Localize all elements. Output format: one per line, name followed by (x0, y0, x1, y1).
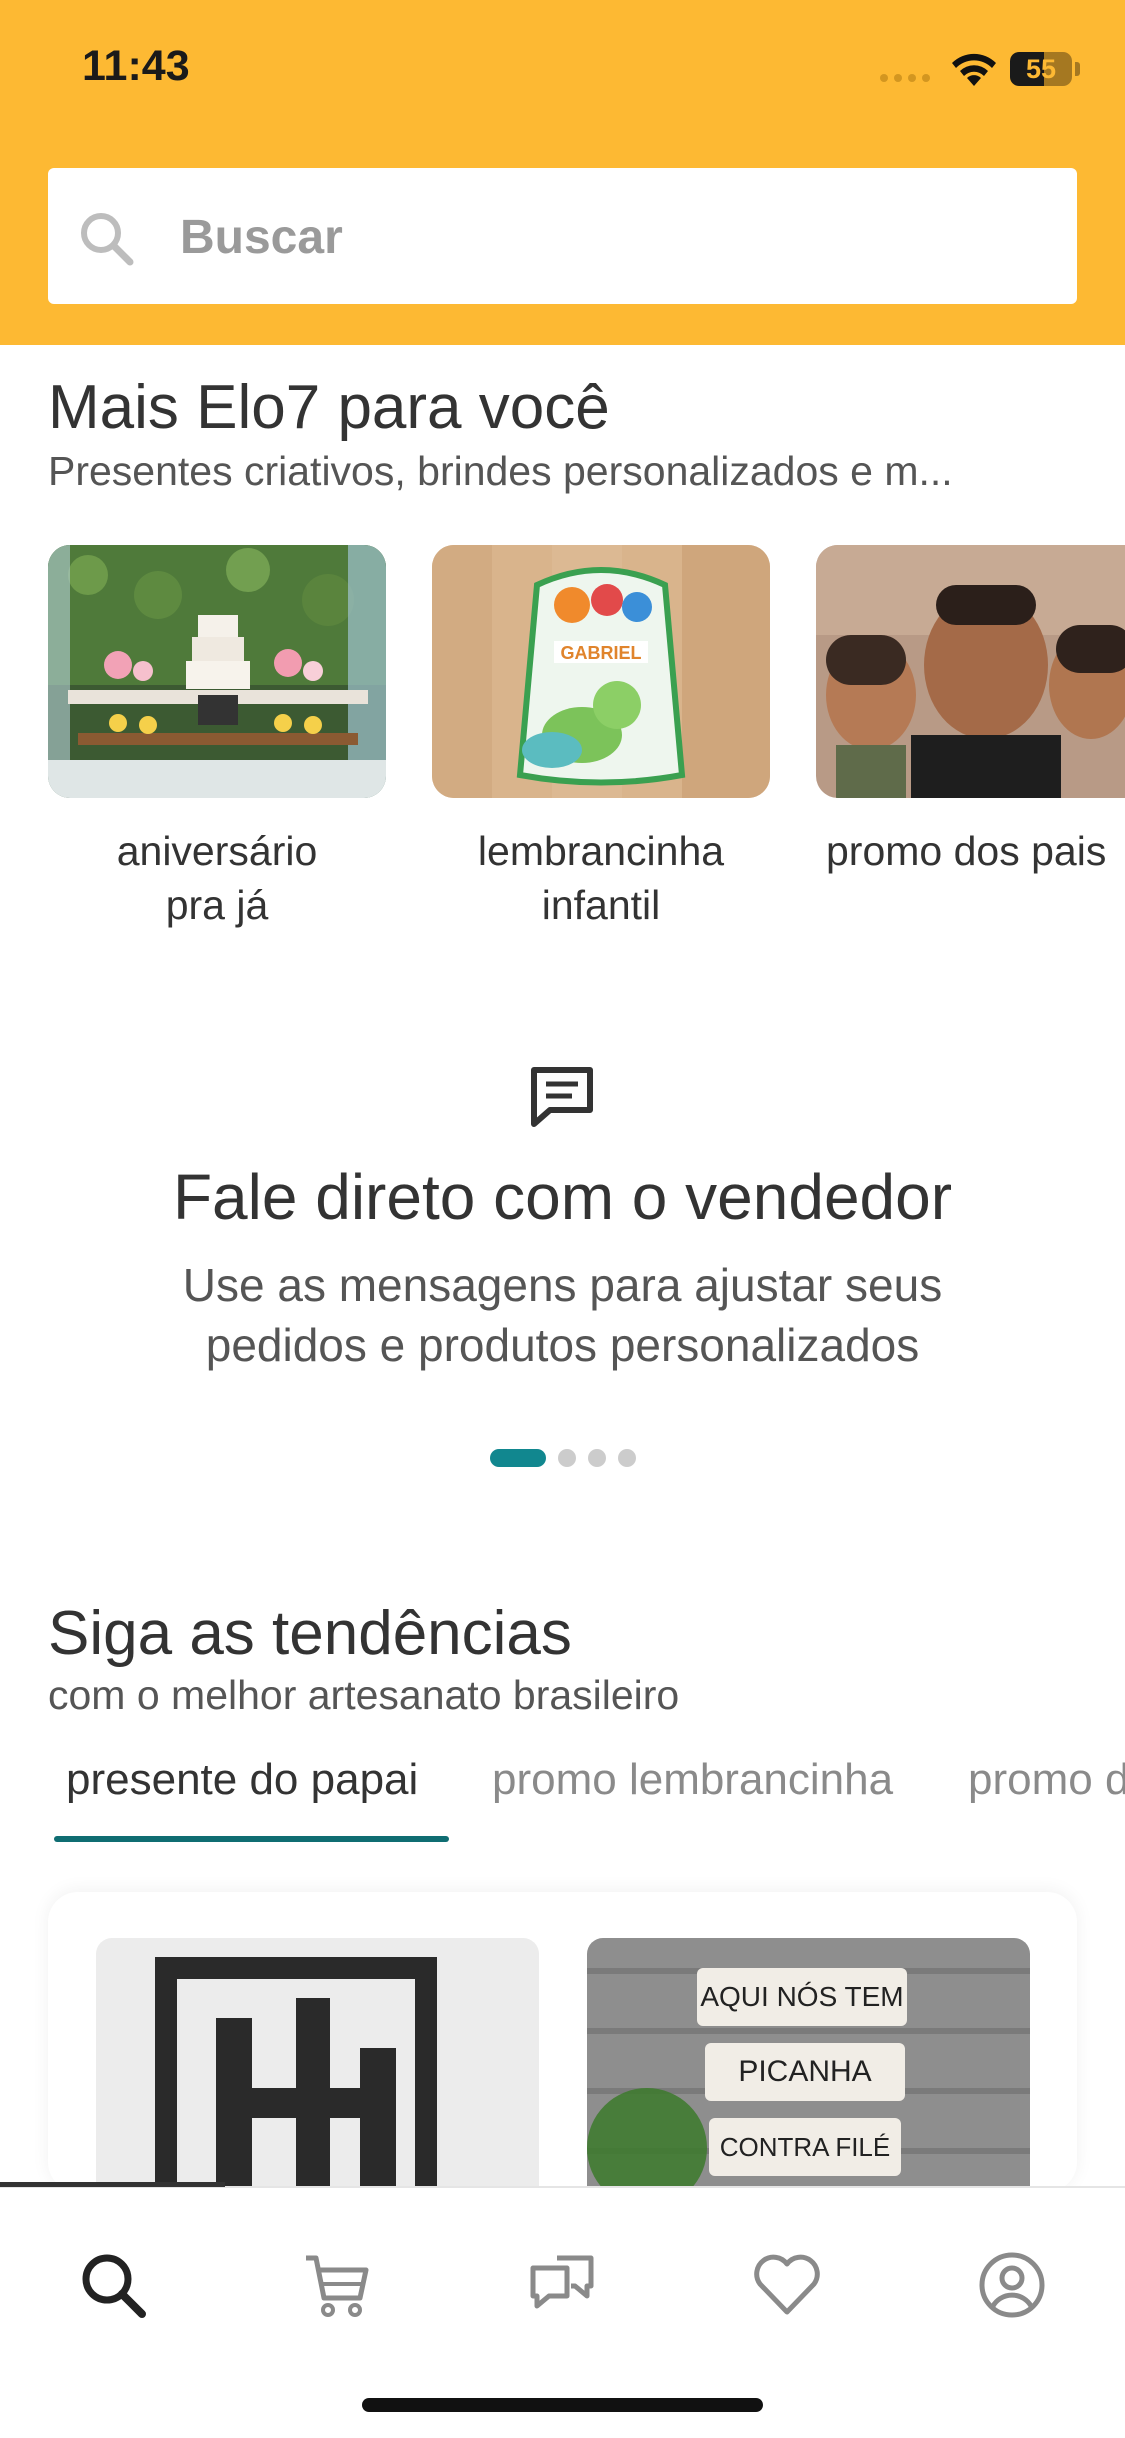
header: 11:43 55 (0, 0, 1125, 345)
search-icon (81, 213, 134, 266)
product-card-monogram[interactable] (96, 1938, 539, 2192)
wifi-icon (952, 53, 996, 86)
battery-level: 55 (1025, 54, 1057, 84)
search-icon[interactable] (76, 2248, 150, 2322)
category-card-promo-pais[interactable]: promo dos pais (816, 545, 1125, 878)
category-label-lembrancinha: lembrancinha infantil (477, 828, 725, 928)
section-title-mais-elo7: Mais Elo7 para você (48, 373, 610, 442)
svg-text:AQUI NÓS TEM: AQUI NÓS TEM (700, 1981, 903, 2012)
category-image-lembrancinha: GABRIEL (432, 545, 770, 798)
category-image-aniversario (48, 545, 386, 798)
heart-icon[interactable] (750, 2248, 824, 2322)
nav-indicator (0, 2182, 225, 2187)
section-title-tendencias: Siga as tendências (48, 1599, 572, 1668)
svg-text:GABRIEL: GABRIEL (561, 643, 642, 663)
category-label-promo-pais: promo dos pais (826, 828, 1107, 874)
category-card-aniversario[interactable]: aniversário pra já (48, 545, 386, 932)
signal-icon (880, 74, 936, 82)
battery-tip (1075, 62, 1080, 76)
carousel-dots[interactable] (490, 1449, 636, 1467)
carousel-dot-active[interactable] (490, 1449, 546, 1467)
battery-icon: 55 (1010, 52, 1072, 86)
carousel-dot[interactable] (558, 1449, 576, 1467)
profile-icon[interactable] (975, 2248, 1049, 2322)
cart-icon[interactable] (300, 2248, 374, 2322)
product-card-signs[interactable]: AQUI NÓS TEM PICANHA CONTRA FILÉ (587, 1938, 1030, 2192)
carousel-dot[interactable] (618, 1449, 636, 1467)
status-time: 11:43 (82, 42, 190, 90)
tab-promo-lembrancinha[interactable]: promo lembrancinha (492, 1755, 893, 1805)
category-label-aniversario: aniversário pra já (116, 828, 318, 928)
svg-text:CONTRA FILÉ: CONTRA FILÉ (720, 2132, 890, 2162)
tab-promo-d[interactable]: promo d (968, 1755, 1125, 1805)
search-input[interactable] (178, 168, 1042, 306)
tab-underline (54, 1836, 449, 1842)
category-image-promo-pais (816, 545, 1125, 798)
section-subtitle-tendencias: com o melhor artesanato brasileiro (48, 1672, 680, 1718)
promo-title: Fale direto com o vendedor (172, 1161, 953, 1233)
promo-description: Use as mensagens para ajustar seus pedid… (182, 1259, 943, 1371)
home-indicator[interactable] (362, 2398, 763, 2412)
svg-text:PICANHA: PICANHA (738, 2055, 871, 2088)
category-card-lembrancinha[interactable]: GABRIEL lembrancinha infantil (432, 545, 770, 932)
tab-presente-do-papai[interactable]: presente do papai (66, 1755, 418, 1805)
search-bar[interactable] (48, 168, 1077, 306)
chat-icon (531, 1067, 593, 1127)
carousel-dot[interactable] (588, 1449, 606, 1467)
messages-icon[interactable] (525, 2248, 599, 2322)
section-subtitle-mais-elo7: Presentes criativos, brindes personaliza… (48, 448, 953, 494)
